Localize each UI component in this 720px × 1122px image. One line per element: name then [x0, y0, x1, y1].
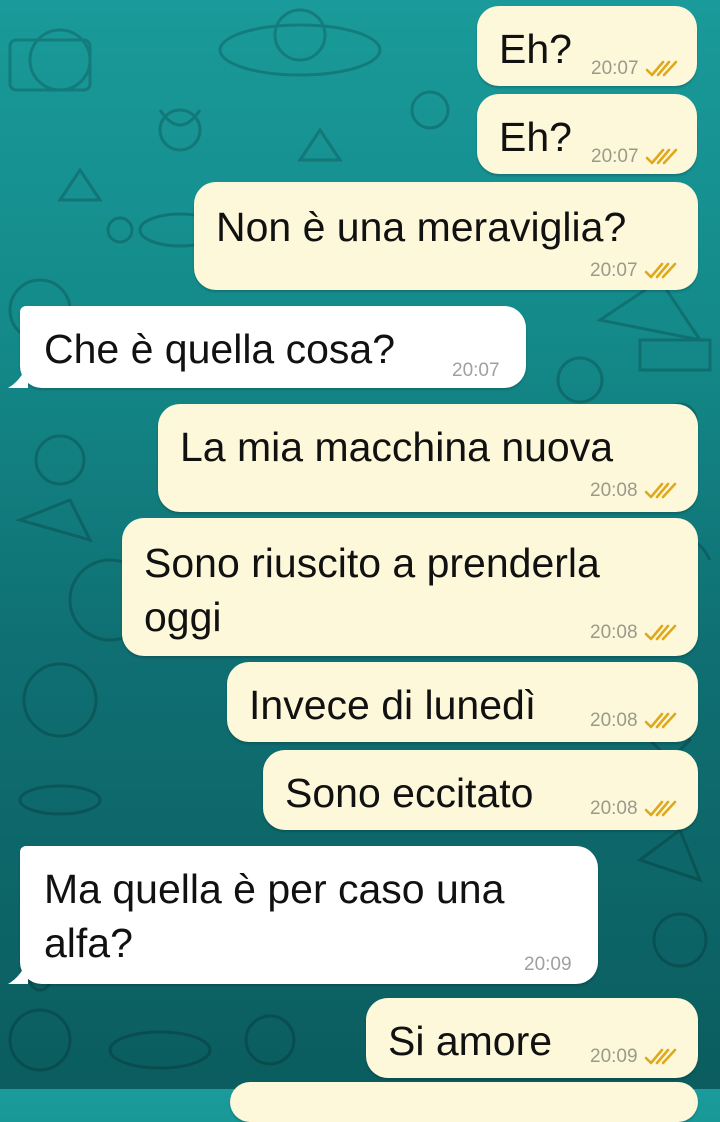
message-text-line: Sono riuscito a prenderla [144, 540, 600, 586]
message-text: La mia macchina nuova [180, 424, 614, 470]
message-time: 20:09 [590, 1046, 638, 1067]
message-text: Eh? [499, 114, 572, 160]
message-time: 20:07 [591, 58, 639, 79]
message-text: Eh? [499, 26, 572, 72]
message-meta: 20:09 [590, 1046, 678, 1068]
message-text-line: Ma quella è per caso una [44, 866, 505, 912]
read-ticks-icon [644, 262, 676, 279]
message-time: 20:07 [590, 260, 638, 281]
message-time: 20:08 [590, 710, 638, 731]
message-bubble-outgoing[interactable]: Non è una meraviglia? 20:07 [194, 182, 698, 290]
message-meta: 20:08 [590, 480, 678, 502]
message-text-line: oggi [144, 594, 222, 640]
message-bubble-incoming[interactable]: Ma quella è per caso una alfa? 20:09 [20, 846, 598, 984]
read-ticks-icon [644, 624, 676, 641]
message-time: 20:09 [524, 954, 572, 975]
message-meta: 20:07 [591, 146, 679, 168]
message-text: Che è quella cosa? [44, 326, 396, 372]
message-time: 20:08 [590, 798, 638, 819]
message-text: Si amore [388, 1018, 553, 1064]
message-meta: 20:08 [590, 622, 678, 644]
read-ticks-icon [645, 148, 677, 165]
message-bubble-outgoing[interactable]: Eh? 20:07 [477, 94, 697, 174]
message-bubble-outgoing[interactable]: Si amore 20:09 [366, 998, 698, 1078]
message-bubble-outgoing[interactable]: Sono riuscito a prenderla oggi 20:08 [122, 518, 698, 656]
message-text: Sono eccitato [285, 770, 534, 816]
message-meta: 20:09 [524, 954, 572, 976]
message-time: 20:08 [590, 480, 638, 501]
message-text-line: alfa? [44, 920, 133, 966]
message-bubble-outgoing[interactable]: Invece di lunedì 20:08 [227, 662, 698, 742]
read-ticks-icon [644, 482, 676, 499]
message-bubble-incoming[interactable]: Che è quella cosa? 20:07 [20, 306, 526, 388]
message-text: Non è una meraviglia? [216, 204, 627, 250]
message-bubble-outgoing-partial[interactable] [230, 1082, 698, 1122]
message-bubble-outgoing[interactable]: La mia macchina nuova 20:08 [158, 404, 698, 512]
message-meta: 20:07 [452, 360, 500, 382]
message-text: Invece di lunedì [249, 682, 537, 728]
message-meta: 20:08 [590, 710, 678, 732]
bubble-tail [8, 958, 28, 984]
read-ticks-icon [644, 712, 676, 729]
message-time: 20:07 [452, 360, 500, 381]
message-meta: 20:07 [591, 58, 679, 80]
message-meta: 20:07 [590, 260, 678, 282]
message-bubble-outgoing[interactable]: Eh? 20:07 [477, 6, 697, 86]
message-bubble-outgoing[interactable]: Sono eccitato 20:08 [263, 750, 698, 830]
message-time: 20:07 [591, 146, 639, 167]
message-time: 20:08 [590, 622, 638, 643]
read-ticks-icon [644, 800, 676, 817]
bubble-tail [8, 362, 28, 388]
read-ticks-icon [645, 60, 677, 77]
message-meta: 20:08 [590, 798, 678, 820]
read-ticks-icon [644, 1048, 676, 1065]
